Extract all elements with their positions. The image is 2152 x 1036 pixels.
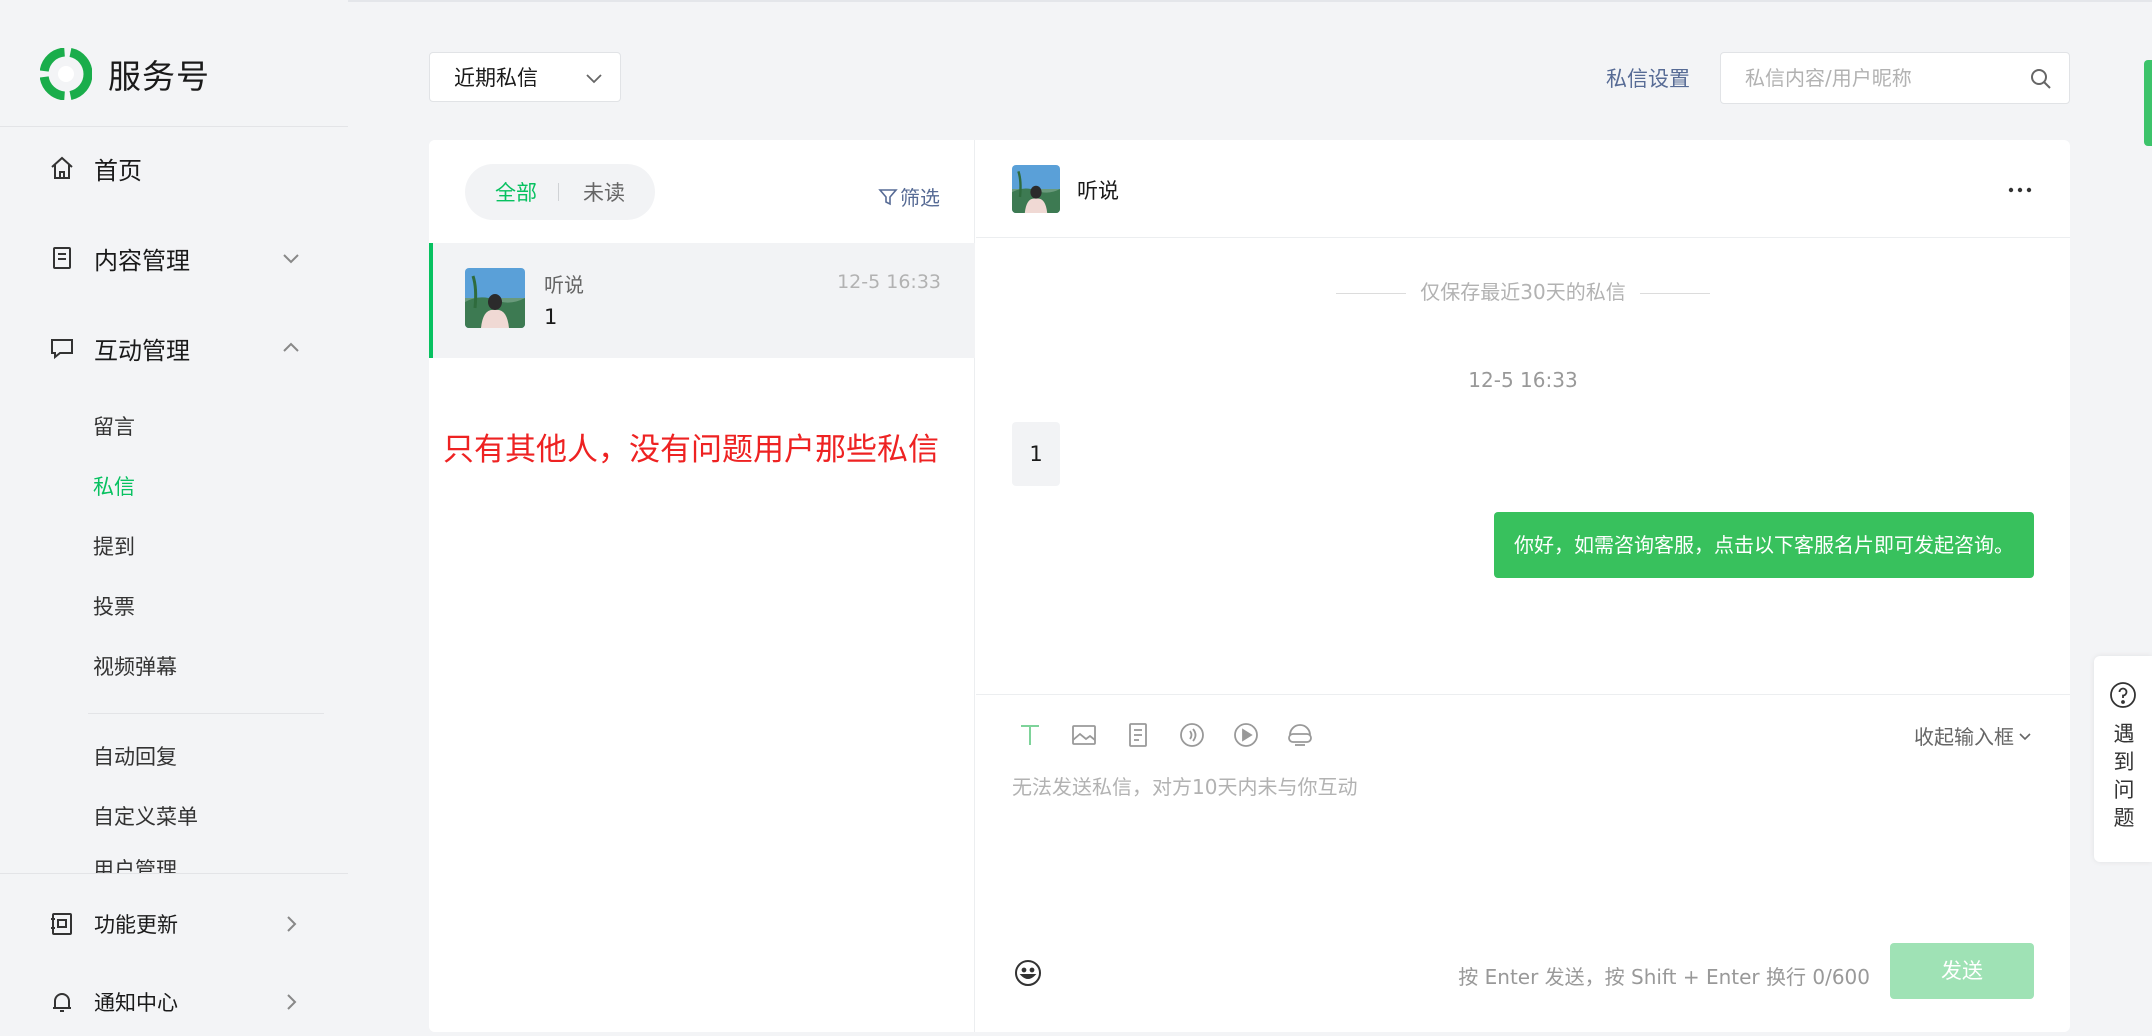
avatar: [465, 268, 525, 328]
divider: [1336, 293, 1407, 294]
customer-service-card-tool[interactable]: [1282, 717, 1318, 753]
update-book-icon: [51, 913, 72, 935]
clip-wrapper: 用户管理: [93, 858, 177, 873]
nav-feature-updates[interactable]: 功能更新: [48, 904, 304, 944]
divider: [0, 126, 348, 127]
brand-title: 服务号: [108, 57, 210, 96]
send-button[interactable]: 发送: [1890, 943, 2034, 999]
chat-header: 听说: [976, 140, 2070, 238]
sidebar: 服务号 首页 内容管理 互动管理 留言 私信 提到 投票 视频弹幕 自动回复 自…: [0, 0, 348, 1036]
chat-bubble-icon: [51, 339, 73, 360]
nav-updates-label: 功能更新: [94, 913, 178, 937]
collapse-composer-button[interactable]: 收起输入框: [1914, 721, 2034, 750]
text-tool[interactable]: [1012, 717, 1048, 753]
avatar-image: [465, 268, 525, 328]
filter-button[interactable]: 筛选: [878, 182, 940, 211]
help-label: 遇到问题: [2113, 722, 2135, 830]
conversation-item[interactable]: 听说 12-5 16:33 1: [429, 243, 975, 358]
chevron-down-icon: [586, 74, 602, 84]
chat-contact-name: 听说: [1077, 179, 1119, 203]
nav-home-label: 首页: [94, 156, 142, 185]
message-timestamp: 12-5 16:33: [1468, 368, 1578, 392]
read-filter-tabs: 全部 未读: [465, 164, 655, 220]
chevron-up-icon: [283, 342, 299, 352]
sidebar-item-user-management[interactable]: 用户管理: [93, 858, 177, 873]
retention-notice: 仅保存最近30天的私信: [976, 276, 2070, 305]
nav-content-label: 内容管理: [94, 246, 190, 275]
image-icon: [1072, 725, 1096, 745]
emoji-icon[interactable]: [1012, 957, 1044, 989]
side-edge-tab[interactable]: [2144, 60, 2152, 146]
avatar-image: [1012, 165, 1060, 213]
sidebar-item-comments[interactable]: 留言: [93, 412, 135, 442]
divider: [0, 873, 348, 874]
message-settings-link[interactable]: 私信设置: [1606, 63, 1690, 93]
recent-select-value: 近期私信: [454, 66, 538, 90]
divider: [88, 713, 324, 714]
image-tool[interactable]: [1066, 717, 1102, 753]
sidebar-item-danmaku[interactable]: 视频弹幕: [93, 652, 177, 682]
text-icon: [1021, 725, 1039, 745]
send-hint: 按 Enter 发送，按 Shift + Enter 换行 0/600: [1458, 965, 1870, 989]
funnel-icon: [878, 188, 898, 205]
nav-notification-center[interactable]: 通知中心: [48, 982, 304, 1022]
article-icon: [1129, 723, 1147, 747]
help-widget[interactable]: 遇到问题: [2094, 656, 2152, 862]
chevron-right-icon: [287, 994, 297, 1010]
chevron-down-icon: [2019, 732, 2031, 740]
sidebar-item-messages[interactable]: 私信: [93, 472, 135, 502]
article-tool[interactable]: [1120, 717, 1156, 753]
brand-logo-icon: [40, 48, 92, 100]
sidebar-item-custom-menu[interactable]: 自定义菜单: [93, 802, 198, 832]
bell-icon: [53, 993, 71, 1012]
conversation-time: 12-5 16:33: [837, 271, 941, 293]
sidebar-item-auto-reply[interactable]: 自动回复: [93, 742, 177, 772]
divider: [558, 183, 559, 201]
tab-unread[interactable]: 未读: [583, 177, 625, 207]
tab-all[interactable]: 全部: [495, 177, 537, 207]
sidebar-item-votes[interactable]: 投票: [93, 592, 135, 622]
outgoing-message-bubble: 你好，如需咨询客服，点击以下客服名片即可发起咨询。: [1494, 512, 2034, 578]
annotation-note: 只有其他人，没有问题用户那些私信: [443, 432, 939, 468]
nav-interaction-management[interactable]: 互动管理: [48, 328, 304, 368]
recent-messages-select[interactable]: 近期私信: [429, 52, 621, 102]
search-box: [1720, 52, 2070, 104]
video-tool[interactable]: [1228, 717, 1264, 753]
customer-service-icon: [1288, 724, 1312, 746]
composer-toolbar: [1012, 717, 1318, 753]
nav-interaction-label: 互动管理: [94, 336, 190, 365]
conversation-name: 听说: [544, 273, 584, 297]
nav-content-management[interactable]: 内容管理: [48, 238, 304, 278]
incoming-message-bubble: 1: [1012, 422, 1060, 486]
search-input[interactable]: [1721, 53, 2011, 103]
home-icon: [51, 156, 73, 179]
sidebar-item-mentions[interactable]: 提到: [93, 532, 135, 562]
video-icon: [1234, 723, 1258, 747]
chevron-right-icon: [287, 916, 297, 932]
avatar[interactable]: [1012, 165, 1060, 213]
question-icon: [2110, 682, 2136, 708]
collapse-label: 收起输入框: [1914, 725, 2014, 749]
divider: [1639, 293, 1710, 294]
message-composer: 收起输入框 按 Enter 发送，按 Shift + Enter 换行 0/60…: [976, 694, 2070, 1032]
conversation-preview: 1: [544, 305, 558, 329]
search-icon[interactable]: [2029, 67, 2053, 91]
nav-notification-label: 通知中心: [94, 991, 178, 1015]
nav-home[interactable]: 首页: [48, 148, 304, 188]
chat-window: 听说 仅保存最近30天的私信 12-5 16:33 1 你好，如需咨询客服，点击…: [976, 140, 2070, 1032]
chevron-down-icon: [283, 254, 299, 264]
conversation-list: 全部 未读 筛选 听说 12-5 16:33 1 只有其他人，没有问题用户那些私…: [429, 140, 975, 1032]
message-input[interactable]: [1012, 771, 2032, 921]
filter-label: 筛选: [900, 186, 940, 210]
audio-icon: [1180, 723, 1204, 747]
brand[interactable]: 服务号: [40, 48, 210, 100]
messages-panel: 全部 未读 筛选 听说 12-5 16:33 1 只有其他人，没有问题用户那些私…: [429, 140, 2070, 1032]
audio-tool[interactable]: [1174, 717, 1210, 753]
document-icon: [53, 247, 71, 269]
more-options-icon[interactable]: [2006, 176, 2034, 204]
retention-notice-text: 仅保存最近30天的私信: [1420, 280, 1626, 304]
